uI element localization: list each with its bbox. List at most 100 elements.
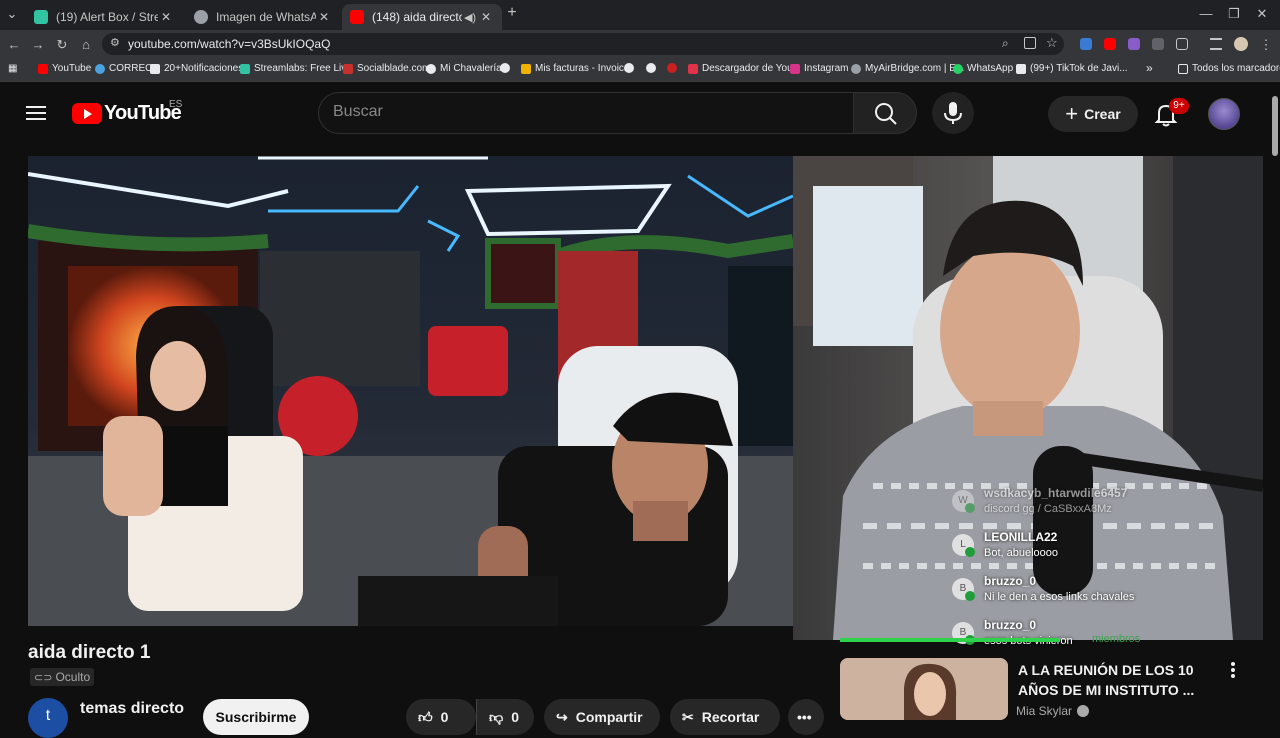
channel-avatar[interactable]: t	[28, 698, 68, 738]
share-button[interactable]: ↪ Compartir	[544, 699, 660, 735]
channel-name[interactable]: temas directo	[80, 700, 184, 718]
tab-whatsapp-image[interactable]: Imagen de WhatsApp 2026-01- ✕	[186, 4, 340, 30]
thumbs-down-icon: 👎︎	[489, 708, 504, 725]
subscribe-button[interactable]: Suscribirme	[203, 699, 309, 735]
youtube-logo[interactable]: YouTube	[72, 102, 182, 125]
bookmark-label: Streamlabs: Free Liv...	[254, 63, 354, 74]
extension-youtube-icon[interactable]	[1104, 38, 1116, 50]
install-app-icon[interactable]	[1024, 37, 1036, 49]
privacy-badge: ⊂⊃ Oculto	[30, 668, 95, 686]
page-scrollbar[interactable]	[1272, 96, 1278, 156]
restore-icon[interactable]: ❐	[1224, 6, 1244, 22]
chat-username: bruzzo_0	[984, 618, 1037, 632]
reload-icon[interactable]: ↻	[54, 37, 70, 53]
chat-username: bruzzo_0	[984, 574, 1037, 588]
chat-message: W wsdkacyb_htarwdile6457 discord gg / Ca…	[952, 486, 1252, 526]
globe-icon	[500, 63, 510, 73]
clip-button[interactable]: ✂ Recortar	[670, 699, 780, 735]
reading-list-icon[interactable]	[1210, 38, 1222, 50]
moderator-badge-icon	[965, 503, 975, 513]
more-actions-button[interactable]: •••	[788, 699, 824, 735]
tab-close-icon[interactable]: ✕	[316, 10, 332, 24]
bookmark-facturas[interactable]: Mis facturas - Invoic...	[521, 63, 632, 74]
bookmark-instagram[interactable]: Instagram	[790, 63, 848, 74]
forward-icon[interactable]: →	[30, 37, 46, 52]
bookmark-myairbridge[interactable]: MyAirBridge.com | E...	[851, 63, 964, 74]
browser-tab-strip: ⌄ (19) Alert Box / Streamlabs ✕ Imagen d…	[0, 0, 1280, 30]
privacy-label: Oculto	[55, 670, 91, 684]
bookmark-unlabeled-3[interactable]	[646, 63, 660, 73]
all-bookmarks-button[interactable]: Todos los marcadores	[1178, 63, 1280, 74]
cloud-icon	[851, 63, 861, 74]
search-input[interactable]	[333, 103, 833, 121]
share-icon: ↪	[556, 708, 568, 725]
x-icon	[150, 63, 160, 74]
close-window-icon[interactable]: ✕	[1252, 6, 1272, 22]
youtube-play-icon	[72, 103, 102, 124]
tab-youtube-active[interactable]: (148) aida directo 1 - YouTu ◀) ✕	[342, 4, 502, 30]
bookmark-x-notifications[interactable]: 20+Notificaciones	[150, 63, 243, 74]
bookmark-unlabeled-1[interactable]	[500, 63, 514, 73]
voice-search-button[interactable]	[932, 92, 974, 134]
recommended-channel[interactable]: Mia Skylar	[1016, 704, 1090, 718]
bookmark-whatsapp[interactable]: WhatsApp	[953, 63, 1013, 74]
bookmark-streamlabs[interactable]: Streamlabs: Free Liv...	[240, 63, 354, 74]
chat-avatar: L	[952, 534, 975, 557]
search-button[interactable]	[853, 92, 917, 134]
extension-1-icon[interactable]	[1080, 38, 1092, 50]
site-info-icon[interactable]: ⚙	[110, 36, 120, 49]
profile-avatar-icon[interactable]	[1234, 37, 1248, 51]
home-icon[interactable]: ⌂	[78, 37, 94, 52]
tab-audio-icon[interactable]: ◀)	[462, 11, 478, 24]
chrome-menu-icon[interactable]: ⋮	[1258, 37, 1274, 53]
hamburger-menu-icon[interactable]	[24, 102, 48, 126]
back-icon[interactable]: ←	[6, 37, 22, 52]
bookmark-youtube[interactable]: YouTube	[38, 63, 91, 74]
bookmark-mi-chavaleria[interactable]: Mi Chavalería	[426, 63, 502, 74]
notification-count-badge: 9+	[1169, 98, 1189, 114]
bookmark-label: Descargador de You...	[702, 63, 801, 74]
extension-3-icon[interactable]	[1128, 38, 1140, 50]
bookmarks-overflow-button[interactable]: »	[1146, 61, 1153, 75]
bookmark-unlabeled-4[interactable]	[667, 63, 681, 73]
minimize-icon[interactable]: —	[1196, 6, 1216, 21]
tiktok-icon	[1016, 63, 1026, 74]
address-bar[interactable]: ⚙ youtube.com/watch?v=v3BsUkIOQaQ ⌕ ☆	[102, 33, 1064, 55]
verified-badge-icon	[1077, 705, 1090, 717]
chat-username: LEONILLA22	[984, 530, 1058, 544]
tab-title: (19) Alert Box / Streamlabs	[56, 10, 158, 24]
zoom-icon[interactable]: ⌕	[1002, 36, 1009, 51]
dislike-button[interactable]: 👎︎ 0	[476, 699, 534, 735]
apps-grid-icon[interactable]: ▦	[8, 63, 17, 74]
extension-4-icon[interactable]	[1152, 38, 1164, 50]
more-actions-icon[interactable]	[1226, 660, 1240, 680]
globe-icon	[646, 63, 656, 73]
url-text[interactable]: youtube.com/watch?v=v3BsUkIOQaQ	[128, 37, 330, 51]
mail-icon	[95, 63, 105, 74]
extensions-puzzle-icon[interactable]	[1176, 38, 1188, 50]
create-button[interactable]: + Crear	[1048, 96, 1138, 132]
tab-close-icon[interactable]: ✕	[478, 10, 494, 24]
new-tab-button[interactable]: +	[502, 4, 522, 22]
video-player[interactable]	[28, 156, 793, 626]
create-label: Crear	[1084, 106, 1121, 122]
tab-search-icon[interactable]: ⌄	[4, 6, 20, 22]
bookmark-socialblade[interactable]: Socialblade.com	[343, 63, 430, 74]
tab-streamlabs[interactable]: (19) Alert Box / Streamlabs ✕	[26, 4, 182, 30]
bookmark-unlabeled-2[interactable]	[624, 63, 638, 73]
account-avatar[interactable]	[1208, 98, 1240, 130]
search-box	[318, 92, 854, 134]
search-icon	[875, 103, 897, 125]
recommended-video-thumbnail[interactable]	[840, 658, 1008, 720]
bookmark-correo[interactable]: CORREO	[95, 63, 153, 74]
chat-avatar: B	[952, 578, 975, 601]
socialblade-icon	[343, 63, 353, 74]
instagram-icon	[790, 63, 800, 74]
bookmark-tiktok[interactable]: (99+) TikTok de Javi...	[1016, 63, 1128, 74]
bookmark-descargador[interactable]: Descargador de You...	[688, 63, 801, 74]
stream-scene-image	[28, 156, 793, 626]
like-button[interactable]: 👍︎ 0	[406, 699, 476, 735]
bookmark-star-icon[interactable]: ☆	[1046, 35, 1058, 51]
recommended-video-title[interactable]: A LA REUNIÓN DE LOS 10 AÑOS DE MI INSTIT…	[1018, 660, 1218, 700]
tab-close-icon[interactable]: ✕	[158, 10, 174, 24]
